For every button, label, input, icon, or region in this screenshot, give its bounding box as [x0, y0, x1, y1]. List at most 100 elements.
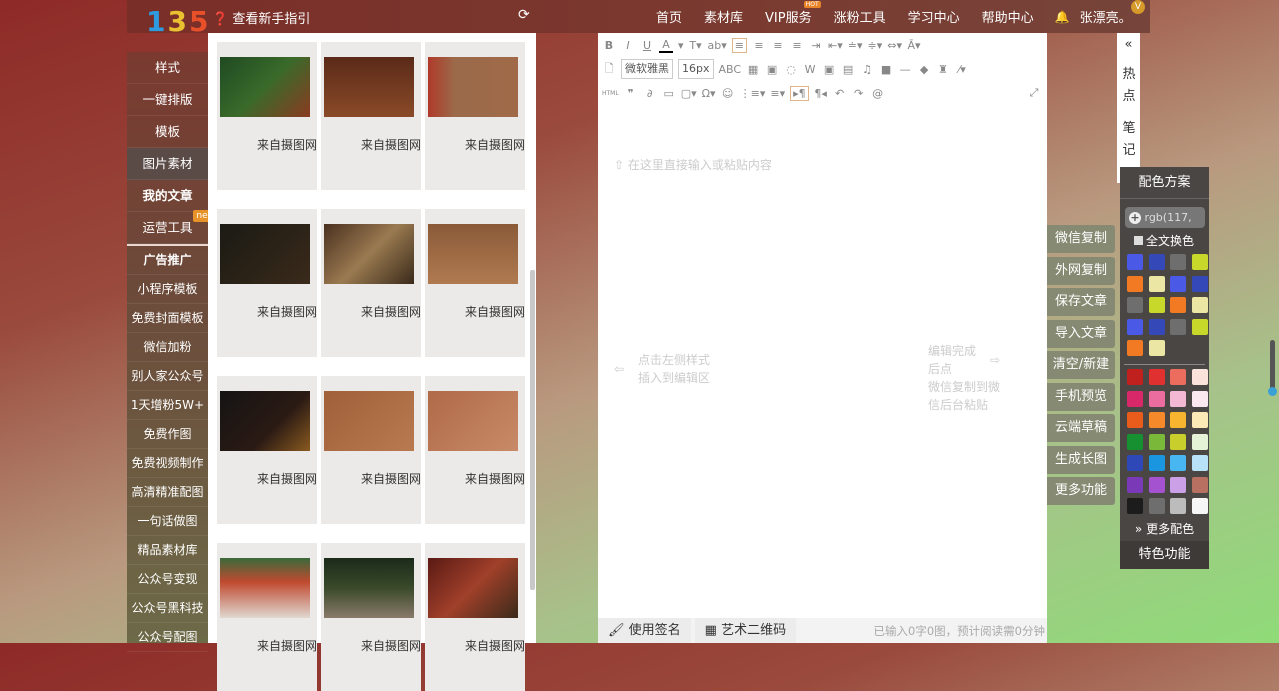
color-swatch[interactable]: [1192, 369, 1208, 385]
color-swatch[interactable]: [1127, 412, 1143, 428]
color-swatch[interactable]: [1192, 434, 1208, 450]
action-button[interactable]: 手机预览: [1047, 383, 1115, 411]
color-swatch[interactable]: [1170, 254, 1186, 270]
qrcode-button[interactable]: ▦ 艺术二维码: [695, 618, 796, 643]
image-card[interactable]: 来自摄图网: [425, 209, 525, 357]
sidebar-promo-item[interactable]: 小程序模板: [127, 275, 208, 304]
align-left-icon[interactable]: ≡: [732, 38, 747, 53]
color-swatch[interactable]: [1192, 477, 1208, 493]
magic-icon[interactable]: ⁄▾: [955, 63, 969, 76]
link-chain-icon[interactable]: ∂: [643, 87, 657, 100]
color-swatch[interactable]: [1127, 276, 1143, 292]
picture-icon[interactable]: ▣: [822, 63, 836, 76]
sidebar-promo-item[interactable]: 微信加粉: [127, 333, 208, 362]
color-swatch[interactable]: [1170, 498, 1186, 514]
color-swatch[interactable]: [1127, 391, 1143, 407]
image-thumbnail[interactable]: [220, 391, 310, 451]
color-input[interactable]: + rgb(117,: [1125, 207, 1205, 228]
color-swatch[interactable]: [1149, 455, 1165, 471]
color-swatch[interactable]: [1149, 340, 1165, 356]
sidebar-promo-item[interactable]: 公众号配图: [127, 623, 208, 652]
image-card[interactable]: 来自摄图网: [217, 42, 317, 190]
image-card[interactable]: 来自摄图网: [321, 209, 421, 357]
refresh-icon[interactable]: ⟳: [518, 7, 530, 23]
font-style-icon[interactable]: T▾: [689, 39, 703, 52]
fullscreen-icon[interactable]: ⤢: [1027, 86, 1041, 100]
image-thumbnail[interactable]: [324, 391, 414, 451]
color-swatch[interactable]: [1192, 276, 1208, 292]
bg-color-icon[interactable]: ab▾: [708, 39, 727, 52]
list-icon[interactable]: ≡▾: [770, 87, 785, 100]
font-size-select[interactable]: 16px: [678, 59, 714, 79]
letter-spacing-icon[interactable]: ⇔▾: [887, 39, 902, 52]
color-swatch[interactable]: [1170, 455, 1186, 471]
redo-icon[interactable]: ↷: [852, 87, 866, 100]
nav-materials[interactable]: 素材库: [693, 7, 754, 26]
color-swatch[interactable]: [1127, 369, 1143, 385]
editor-placeholder[interactable]: ⇧ 在这里直接输入或粘贴内容: [614, 156, 772, 173]
image-thumbnail[interactable]: [324, 57, 414, 117]
eraser-icon[interactable]: ◆: [917, 63, 931, 76]
color-swatch[interactable]: [1170, 434, 1186, 450]
color-swatch[interactable]: [1170, 297, 1186, 313]
html-button[interactable]: HTML: [602, 90, 619, 97]
bold-icon[interactable]: B: [602, 39, 616, 52]
action-button[interactable]: 更多功能: [1047, 477, 1115, 505]
scrollbar[interactable]: [530, 270, 535, 590]
image-card[interactable]: 来自摄图网: [425, 42, 525, 190]
spellcheck-icon[interactable]: ABC: [719, 63, 742, 76]
image-thumbnail[interactable]: [220, 57, 310, 117]
color-swatch[interactable]: [1127, 434, 1143, 450]
slider-handle[interactable]: [1268, 387, 1277, 396]
nav-vip[interactable]: VIP服务HOT: [754, 7, 823, 26]
brush-icon[interactable]: ♜: [936, 63, 950, 76]
template-icon[interactable]: ▭: [662, 87, 676, 100]
sidebar-item-images[interactable]: 图片素材: [127, 148, 208, 180]
color-swatch[interactable]: [1127, 254, 1143, 270]
font-color-icon[interactable]: A: [659, 38, 673, 53]
action-button[interactable]: 保存文章: [1047, 288, 1115, 316]
sidebar-item-layout[interactable]: 一键排版: [127, 84, 208, 116]
fulltext-checkbox[interactable]: 全文换色: [1120, 232, 1209, 249]
outdent-icon[interactable]: ⇤▾: [828, 39, 843, 52]
color-swatch[interactable]: [1192, 319, 1208, 335]
sidebar-promo-item[interactable]: 高清精准配图: [127, 478, 208, 507]
color-swatch[interactable]: [1149, 297, 1165, 313]
color-swatch[interactable]: [1192, 254, 1208, 270]
sidebar-promo-item[interactable]: 免费视频制作: [127, 449, 208, 478]
video-icon[interactable]: ■: [879, 63, 893, 76]
rtl-icon[interactable]: ¶◂: [814, 87, 828, 100]
image-card[interactable]: 来自摄图网: [217, 543, 317, 691]
image-card[interactable]: 来自摄图网: [425, 376, 525, 524]
color-swatch[interactable]: [1149, 498, 1165, 514]
color-swatch[interactable]: [1127, 455, 1143, 471]
quote-icon[interactable]: ❞: [624, 87, 638, 100]
color-swatch[interactable]: [1170, 477, 1186, 493]
color-swatch[interactable]: [1149, 254, 1165, 270]
image-card[interactable]: 来自摄图网: [321, 42, 421, 190]
color-swatch[interactable]: [1170, 412, 1186, 428]
zoom-slider[interactable]: [1270, 340, 1275, 392]
action-button[interactable]: 微信复制: [1047, 225, 1115, 253]
underline-icon[interactable]: U: [640, 39, 654, 52]
image-thumbnail[interactable]: [220, 558, 310, 618]
sidebar-promo-item[interactable]: 公众号变现: [127, 565, 208, 594]
link-icon[interactable]: ◌: [784, 63, 798, 76]
hr-icon[interactable]: —: [898, 63, 912, 76]
sidebar-item-styles[interactable]: 样式: [127, 52, 208, 84]
align-center-icon[interactable]: ≡: [752, 39, 766, 52]
sidebar-promo-item[interactable]: 广告推广: [127, 246, 208, 275]
color-swatch[interactable]: [1149, 319, 1165, 335]
gallery-icon[interactable]: ▤: [841, 63, 855, 76]
justify-icon[interactable]: ≡: [790, 39, 804, 52]
nav-help[interactable]: 帮助中心: [971, 7, 1045, 26]
emoji-icon[interactable]: ☺: [721, 87, 735, 100]
nav-growth[interactable]: 涨粉工具: [823, 7, 897, 26]
image-thumbnail[interactable]: [324, 558, 414, 618]
italic-icon[interactable]: I: [621, 39, 635, 52]
color-swatch[interactable]: [1192, 498, 1208, 514]
sidebar-promo-item[interactable]: 1天增粉5W+: [127, 391, 208, 420]
bell-icon[interactable]: 🔔: [1055, 10, 1070, 24]
word-icon[interactable]: W: [803, 63, 817, 76]
omega-icon[interactable]: Ω▾: [702, 87, 716, 100]
